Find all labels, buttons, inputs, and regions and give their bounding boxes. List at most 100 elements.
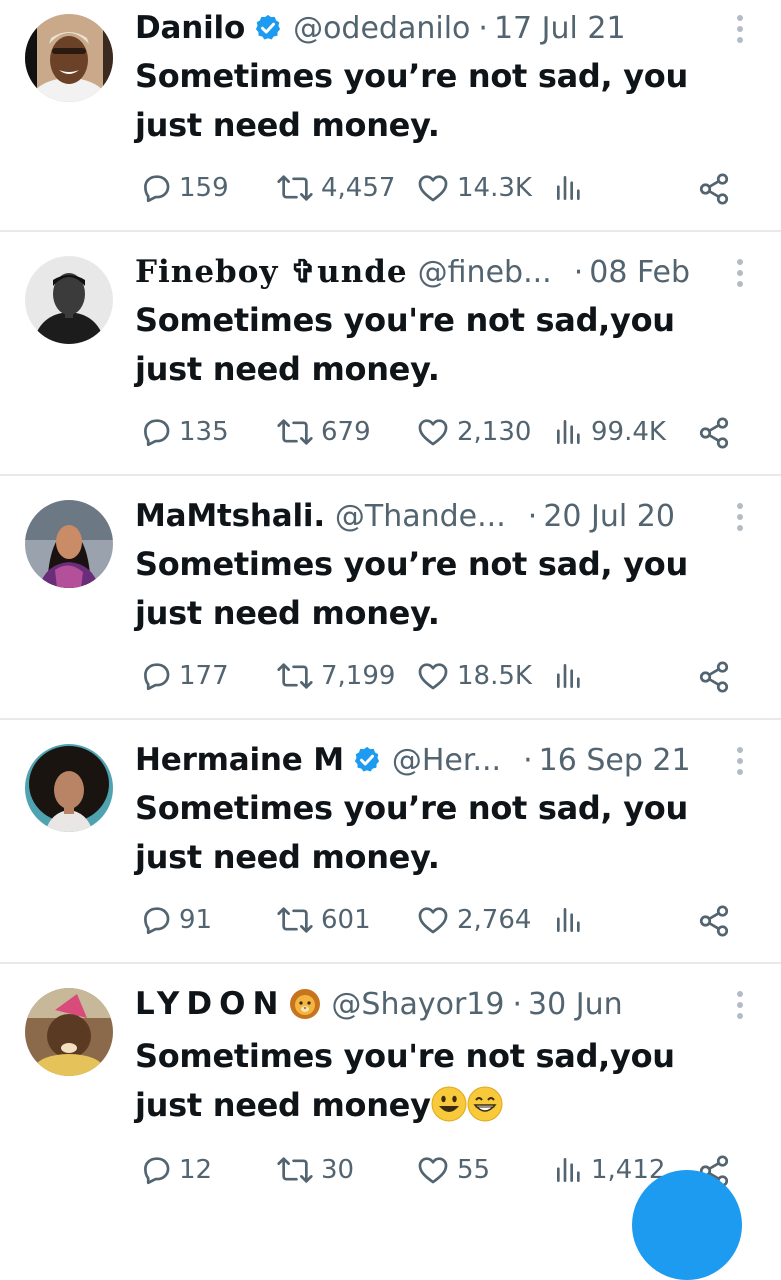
- tweet[interactable]: Hermaine M @Her... · 16 Sep 21 Sometimes…: [0, 720, 781, 964]
- retweet-count: 30: [321, 1155, 355, 1185]
- more-options-icon[interactable]: [735, 257, 745, 289]
- separator-dot: ·: [523, 742, 533, 778]
- like-button[interactable]: 2,764: [415, 900, 531, 940]
- separator-dot: ·: [478, 10, 488, 46]
- avatar[interactable]: [25, 500, 113, 588]
- display-name[interactable]: Hermaine M: [135, 742, 344, 778]
- user-handle[interactable]: @fineb...: [418, 255, 552, 290]
- tweet[interactable]: MaMtshali. @Thande... · 20 Jul 20 Someti…: [0, 476, 781, 720]
- separator-dot: ·: [527, 498, 538, 534]
- views-button[interactable]: [553, 168, 591, 208]
- retweet-count: 601: [321, 905, 371, 935]
- reply-count: 12: [179, 1155, 213, 1185]
- share-icon[interactable]: [697, 172, 731, 206]
- grinning-face-emoji-icon: [467, 1086, 503, 1122]
- reply-count: 91: [179, 905, 213, 935]
- like-count: 2,764: [457, 905, 532, 935]
- reply-count: 177: [179, 661, 229, 691]
- tweet-header: Fineboy ✞unde @fineb... · 08 Feb: [135, 252, 711, 292]
- retweet-icon: [277, 663, 313, 689]
- user-handle[interactable]: @Her...: [392, 743, 501, 778]
- heart-icon: [418, 907, 448, 934]
- tweet-actions: 159 4,457 14.3K: [135, 168, 731, 208]
- retweet-icon: [277, 1157, 313, 1183]
- retweet-count: 7,199: [321, 661, 396, 691]
- reply-icon: [144, 1157, 170, 1185]
- reply-count: 159: [179, 173, 229, 203]
- views-button[interactable]: 99.4K: [553, 412, 666, 452]
- avatar[interactable]: [25, 14, 113, 102]
- smiley-face-emoji-icon: [431, 1086, 467, 1122]
- like-button[interactable]: 14.3K: [415, 168, 532, 208]
- tweet-date[interactable]: 08 Feb: [589, 255, 690, 290]
- tweet-date[interactable]: 30 Jun: [528, 987, 623, 1022]
- user-handle[interactable]: @odedanilo: [293, 11, 470, 46]
- tweet-actions: 135 679 2,130 99.4K: [135, 412, 731, 452]
- display-name[interactable]: Fineboy ✞unde: [135, 254, 408, 290]
- views-button[interactable]: [553, 900, 591, 940]
- more-options-icon[interactable]: [735, 989, 745, 1021]
- avatar[interactable]: [25, 988, 113, 1076]
- reply-icon: [144, 663, 170, 691]
- compose-button[interactable]: [632, 1170, 742, 1280]
- tweet[interactable]: Fineboy ✞unde @fineb... · 08 Feb Sometim…: [0, 232, 781, 476]
- like-button[interactable]: 55: [415, 1150, 490, 1190]
- tweet-feed: Danilo @odedanilo · 17 Jul 21 Sometimes …: [0, 0, 781, 1280]
- display-name[interactable]: MaMtshali.: [135, 498, 325, 534]
- tweet-text: Sometimes you're not sad,you just need m…: [135, 1032, 751, 1130]
- like-button[interactable]: 18.5K: [415, 656, 532, 696]
- retweet-button[interactable]: 7,199: [275, 656, 395, 696]
- tweet-text-body: Sometimes you're not sad,you just need m…: [135, 1037, 675, 1124]
- retweet-button[interactable]: 679: [275, 412, 371, 452]
- like-count: 14.3K: [457, 173, 532, 203]
- like-count: 2,130: [457, 417, 532, 447]
- reply-icon: [144, 175, 170, 203]
- views-chart-icon: [557, 664, 580, 688]
- reply-button[interactable]: 12: [139, 1150, 212, 1190]
- user-handle[interactable]: @Shayor19: [331, 987, 504, 1022]
- lion-emoji-icon: [290, 989, 321, 1019]
- more-options-icon[interactable]: [735, 13, 745, 45]
- like-button[interactable]: 2,130: [415, 412, 531, 452]
- reply-button[interactable]: 91: [139, 900, 212, 940]
- verified-badge-icon: [255, 14, 281, 40]
- reply-button[interactable]: 177: [139, 656, 229, 696]
- tweet-date[interactable]: 16 Sep 21: [539, 743, 691, 778]
- retweet-button[interactable]: 30: [275, 1150, 354, 1190]
- retweet-button[interactable]: 4,457: [275, 168, 395, 208]
- share-icon[interactable]: [697, 660, 731, 694]
- retweet-button[interactable]: 601: [275, 900, 371, 940]
- like-count: 18.5K: [457, 661, 532, 691]
- views-button[interactable]: [553, 656, 591, 696]
- retweet-count: 4,457: [321, 173, 396, 203]
- tweet[interactable]: LYDON @Shayor19 · 30 Jun Sometimes you'r…: [0, 964, 781, 1200]
- reply-button[interactable]: 135: [139, 412, 229, 452]
- more-options-icon[interactable]: [735, 501, 745, 533]
- avatar[interactable]: [25, 256, 113, 344]
- share-icon[interactable]: [697, 904, 731, 938]
- display-name[interactable]: Danilo: [135, 10, 245, 46]
- tweet-date[interactable]: 17 Jul 21: [494, 11, 626, 46]
- heart-icon: [418, 1157, 448, 1184]
- tweet-text: Sometimes you're not sad,you just need m…: [135, 301, 675, 388]
- tweet-header: Hermaine M @Her... · 16 Sep 21: [135, 740, 711, 780]
- tweet-text: Sometimes you’re not sad, you just need …: [135, 545, 688, 632]
- share-icon[interactable]: [697, 416, 731, 450]
- avatar[interactable]: [25, 744, 113, 832]
- reply-count: 135: [179, 417, 229, 447]
- tweet[interactable]: Danilo @odedanilo · 17 Jul 21 Sometimes …: [0, 0, 781, 232]
- user-handle[interactable]: @Thande...: [335, 499, 506, 534]
- retweet-count: 679: [321, 417, 371, 447]
- separator-dot: ·: [573, 254, 584, 290]
- tweet-date[interactable]: 20 Jul 20: [543, 499, 675, 534]
- tweet-actions: 177 7,199 18.5K: [135, 656, 731, 696]
- tweet-text: Sometimes you’re not sad, you just need …: [135, 789, 688, 876]
- heart-icon: [418, 175, 448, 202]
- more-options-icon[interactable]: [735, 745, 745, 777]
- tweet-header: MaMtshali. @Thande... · 20 Jul 20: [135, 496, 711, 536]
- display-name[interactable]: LYDON: [135, 986, 285, 1022]
- views-chart-icon: [557, 1158, 580, 1182]
- views-count: 99.4K: [591, 417, 666, 447]
- reply-button[interactable]: 159: [139, 168, 229, 208]
- reply-icon: [144, 419, 170, 447]
